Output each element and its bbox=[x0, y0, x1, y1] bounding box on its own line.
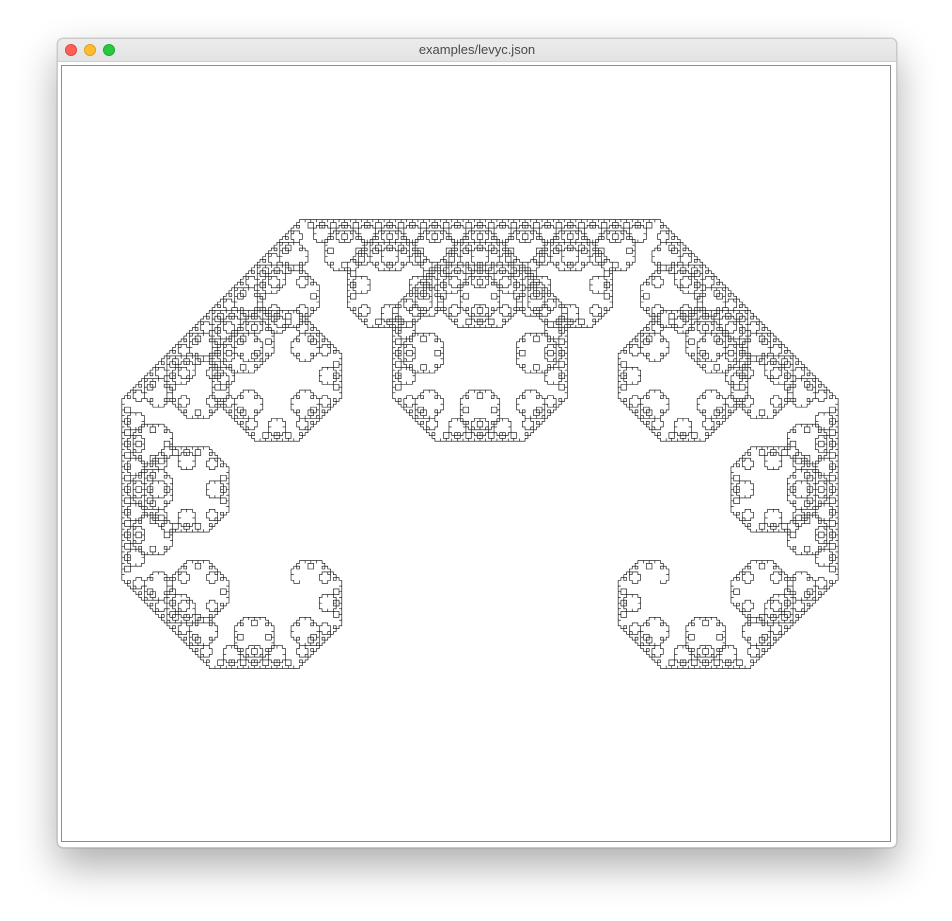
levy-c-curve-path bbox=[121, 219, 839, 669]
window-title: examples/levyc.json bbox=[418, 42, 536, 57]
app-window: examples/levyc.json bbox=[57, 38, 897, 848]
drawing-canvas[interactable] bbox=[61, 65, 891, 842]
levy-c-curve-drawing bbox=[121, 219, 839, 669]
title-bar[interactable]: examples/levyc.json bbox=[58, 39, 896, 62]
